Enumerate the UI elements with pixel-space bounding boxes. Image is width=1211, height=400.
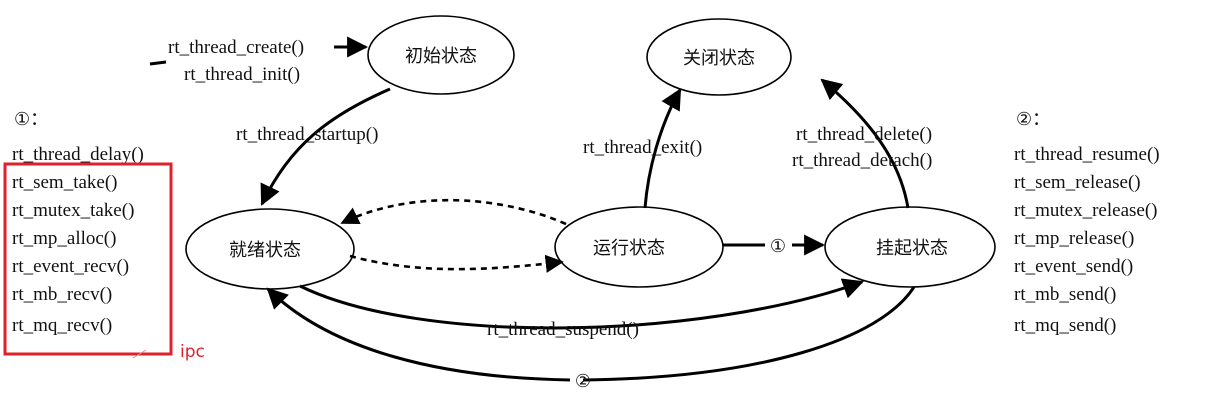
left-list-item: rt_mb_recv() <box>12 284 112 305</box>
right-list-item: rt_sem_release() <box>1014 172 1141 193</box>
state-closed-label: 关闭状态 <box>683 48 755 69</box>
right-list-item: rt_mb_send() <box>1014 284 1116 305</box>
state-init-label: 初始状态 <box>405 46 477 67</box>
arrow-startup <box>260 87 391 206</box>
state-running: 运行状态 <box>554 206 724 288</box>
label-detach: rt_thread_detach() <box>792 150 932 171</box>
state-suspended-label: 挂起状态 <box>876 238 948 259</box>
marker-2: ② <box>575 371 591 392</box>
right-list-item: rt_mutex_release() <box>1014 200 1157 221</box>
label-delete: rt_thread_delete() <box>796 124 932 145</box>
label-init: rt_thread_init() <box>184 64 300 85</box>
ipc-annotation: ipc <box>180 342 205 362</box>
left-list-item: rt_mp_alloc() <box>12 228 116 249</box>
right-list-item: rt_mp_release() <box>1014 228 1134 249</box>
state-ready-label: 就绪状态 <box>229 240 301 261</box>
marker-1: ① <box>770 236 786 257</box>
left-list: ①： rt_thread_delay() rt_sem_take() rt_mu… <box>12 109 144 336</box>
arrow-ready-to-running <box>349 254 564 273</box>
label-exit: rt_thread_exit() <box>583 137 702 158</box>
right-list: ②： rt_thread_resume() rt_sem_release() r… <box>1014 109 1160 336</box>
left-list-item: rt_sem_take() <box>12 172 118 193</box>
left-list-item: rt_mq_recv() <box>12 315 112 336</box>
arrow-running-to-ready <box>340 198 567 226</box>
state-init: 初始状态 <box>367 15 515 95</box>
state-suspended: 挂起状态 <box>824 206 996 288</box>
state-running-label: 运行状态 <box>593 238 665 259</box>
label-startup: rt_thread_startup() <box>236 124 378 145</box>
entry-stub <box>149 60 167 66</box>
thread-state-diagram: 初始状态 关闭状态 就绪状态 运行状态 挂起状态 ① ② rt_thread_c… <box>3 15 1160 392</box>
right-list-item: rt_mq_send() <box>1014 315 1116 336</box>
state-closed: 关闭状态 <box>646 18 792 96</box>
left-list-item: rt_mutex_take() <box>12 200 134 221</box>
state-ready: 就绪状态 <box>185 208 355 290</box>
right-list-item: rt_event_send() <box>1014 256 1133 277</box>
label-suspend: rt_thread_suspend() <box>487 319 639 340</box>
label-create: rt_thread_create() <box>168 37 304 58</box>
right-list-header: ②： <box>1016 109 1050 130</box>
left-list-item: rt_thread_delay() <box>12 144 144 165</box>
left-list-item: rt_event_recv() <box>12 256 129 277</box>
right-list-item: rt_thread_resume() <box>1014 144 1160 165</box>
left-list-header: ①： <box>14 109 48 130</box>
